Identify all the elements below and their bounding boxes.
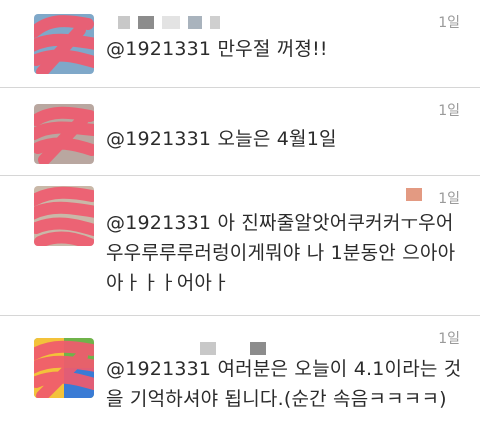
timestamp: 1일 xyxy=(438,191,460,207)
tweet-text-line: @1921331 오늘은 4월1일 xyxy=(106,128,337,150)
avatar[interactable] xyxy=(34,14,94,74)
avatar[interactable] xyxy=(34,186,94,246)
tweet-item[interactable]: 1일 @1921331 아 진짜줄알앗어쿠커커ㅜ우어 우우루루루러렁이게뭐야 나… xyxy=(0,176,480,316)
tweet-text-line: 을 기억하셔야 됩니다.(순간 속음ㅋㅋㅋㅋ) xyxy=(106,388,447,410)
tweet-text: @1921331 오늘은 4월1일 xyxy=(106,124,458,154)
redaction-scribble-icon xyxy=(34,15,94,74)
tweet-text-line: @1921331 만우절 꺼졍!! xyxy=(106,38,328,60)
avatar[interactable] xyxy=(34,104,94,164)
tweet-text-line: @1921331 여러분은 오늘이 4.1이라는 것 xyxy=(106,358,462,380)
timestamp: 1일 xyxy=(438,103,460,119)
tweet-text: @1921331 여러분은 오늘이 4.1이라는 것 을 기억하셔야 됩니다.(… xyxy=(106,354,462,414)
tweet-item[interactable]: 1일 @1921331 여러분은 오늘이 4.1이라는 것 을 기억하셔야 됩니… xyxy=(0,316,480,430)
tweet-text-line: 우우루루루러렁이게뭐야 나 1분동안 으아아 xyxy=(106,242,456,264)
tweet-text-line: @1921331 아 진짜줄알앗어쿠커커ㅜ우어 xyxy=(106,212,454,234)
redaction-scribble-icon xyxy=(34,340,94,398)
redaction-scribble-icon xyxy=(34,106,94,164)
timestamp: 1일 xyxy=(438,15,460,31)
timestamp: 1일 xyxy=(438,331,460,347)
username-redacted xyxy=(118,14,228,29)
tweet-feed: 1일 @1921331 만우절 꺼졍!! 1일 @1921331 오늘은 4월1… xyxy=(0,0,480,430)
username-redacted xyxy=(200,340,274,355)
tweet-item[interactable]: 1일 @1921331 오늘은 4월1일 xyxy=(0,88,480,176)
tweet-text-line: 아ㅏㅏㅏ어아ㅏ xyxy=(106,272,230,294)
tweet-text: @1921331 만우절 꺼졍!! xyxy=(106,34,458,64)
username-redacted xyxy=(406,186,430,201)
redaction-scribble-icon xyxy=(34,186,94,246)
tweet-text: @1921331 아 진짜줄알앗어쿠커커ㅜ우어 우우루루루러렁이게뭐야 나 1분… xyxy=(106,208,458,298)
avatar[interactable] xyxy=(34,338,94,398)
tweet-item[interactable]: 1일 @1921331 만우절 꺼졍!! xyxy=(0,0,480,88)
